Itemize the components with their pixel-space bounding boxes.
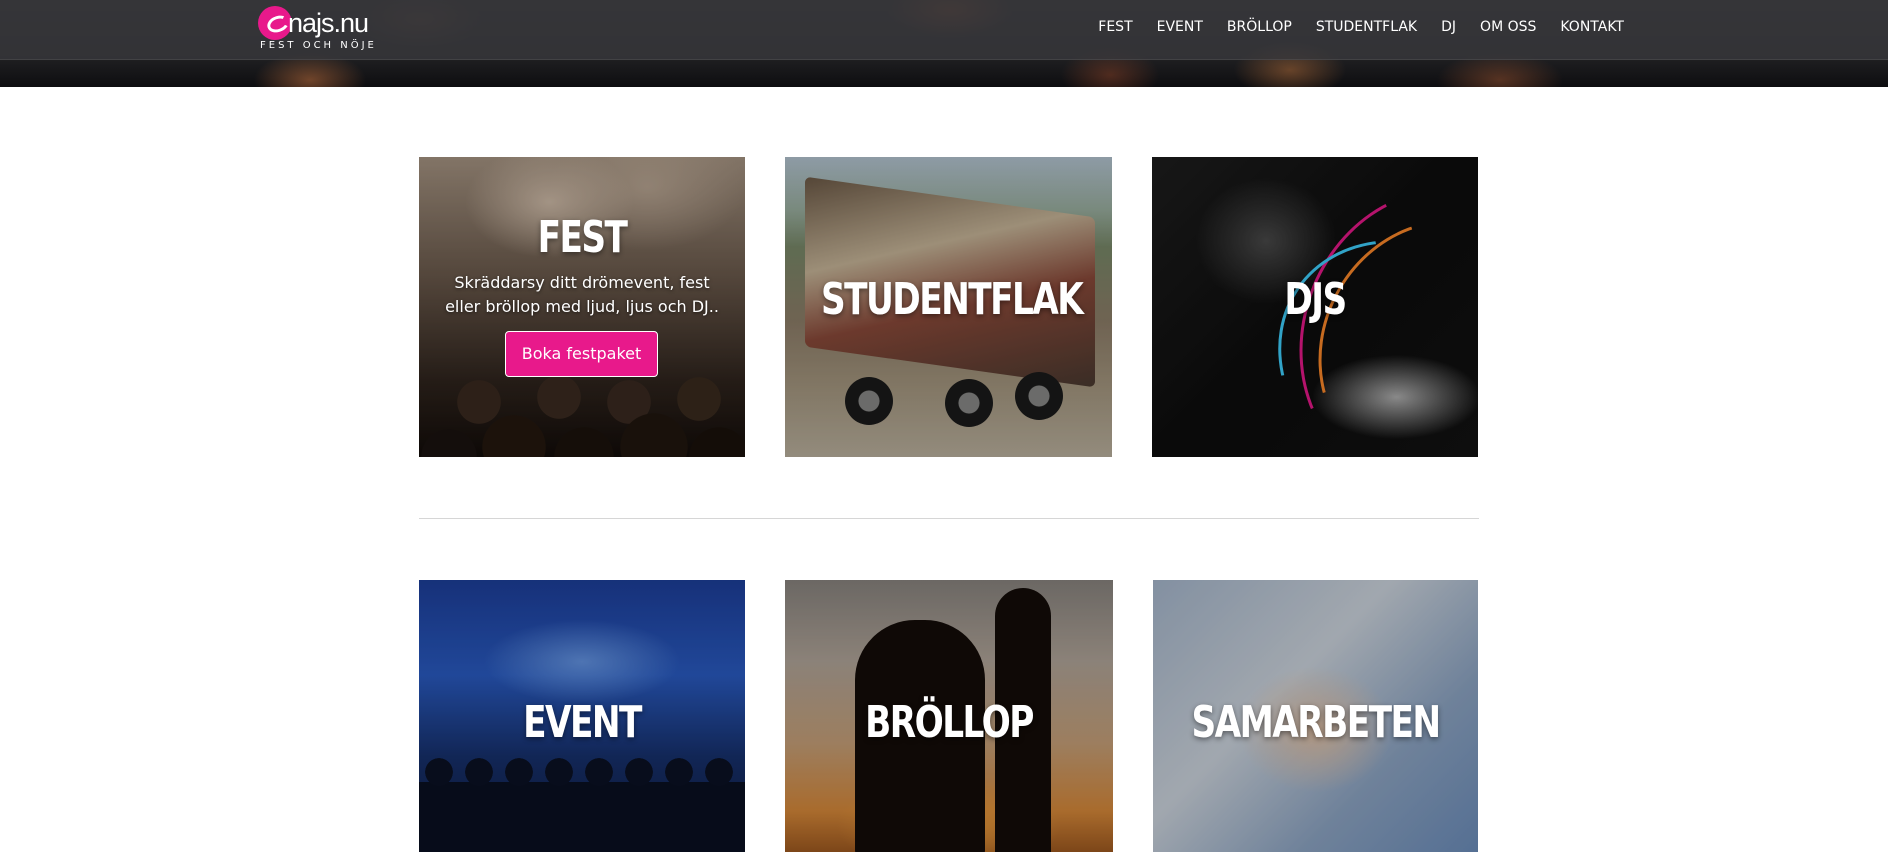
main-navigation: FEST EVENT BRÖLLOP STUDENTFLAK DJ OM OSS… bbox=[1074, 17, 1624, 37]
nav-item-event[interactable]: EVENT bbox=[1157, 17, 1203, 37]
tile-fest[interactable]: FEST Skräddarsy ditt drömevent, fest ell… bbox=[419, 157, 745, 457]
tile-title-studentflak: STUDENTFLAK bbox=[820, 274, 1084, 325]
nav-item-fest[interactable]: FEST bbox=[1098, 17, 1132, 37]
tile-brollop[interactable]: BRÖLLOP bbox=[785, 580, 1113, 852]
book-party-package-button[interactable]: Boka festpaket bbox=[505, 331, 658, 377]
nav-item-om-oss[interactable]: OM OSS bbox=[1480, 17, 1536, 37]
logo-tagline: FEST OCH NÖJE bbox=[260, 40, 377, 51]
tile-title-samarbeten: SAMARBETEN bbox=[1191, 697, 1441, 748]
tile-title-brollop: BRÖLLOP bbox=[865, 697, 1034, 748]
tile-event[interactable]: EVENT bbox=[419, 580, 745, 852]
tile-title-event: EVENT bbox=[523, 697, 642, 748]
logo-mark-icon bbox=[258, 6, 292, 40]
nav-item-studentflak[interactable]: STUDENTFLAK bbox=[1316, 17, 1417, 37]
tile-djs[interactable]: DJS bbox=[1152, 157, 1478, 457]
nav-item-brollop[interactable]: BRÖLLOP bbox=[1227, 17, 1292, 37]
site-logo[interactable]: najs.nu FEST OCH NÖJE bbox=[258, 4, 378, 54]
logo-wordmark: najs.nu bbox=[288, 8, 369, 38]
tile-studentflak[interactable]: STUDENTFLAK bbox=[785, 157, 1112, 457]
tile-samarbeten[interactable]: SAMARBETEN bbox=[1153, 580, 1478, 852]
tile-title-fest: FEST bbox=[537, 212, 628, 263]
section-divider bbox=[419, 518, 1479, 519]
nav-item-kontakt[interactable]: KONTAKT bbox=[1560, 17, 1624, 37]
tile-description-fest: Skräddarsy ditt drömevent, fest eller br… bbox=[445, 273, 719, 316]
tile-title-djs: DJS bbox=[1284, 274, 1347, 325]
nav-item-dj[interactable]: DJ bbox=[1441, 17, 1456, 37]
site-header: najs.nu FEST OCH NÖJE FEST EVENT BRÖLLOP… bbox=[0, 0, 1888, 87]
